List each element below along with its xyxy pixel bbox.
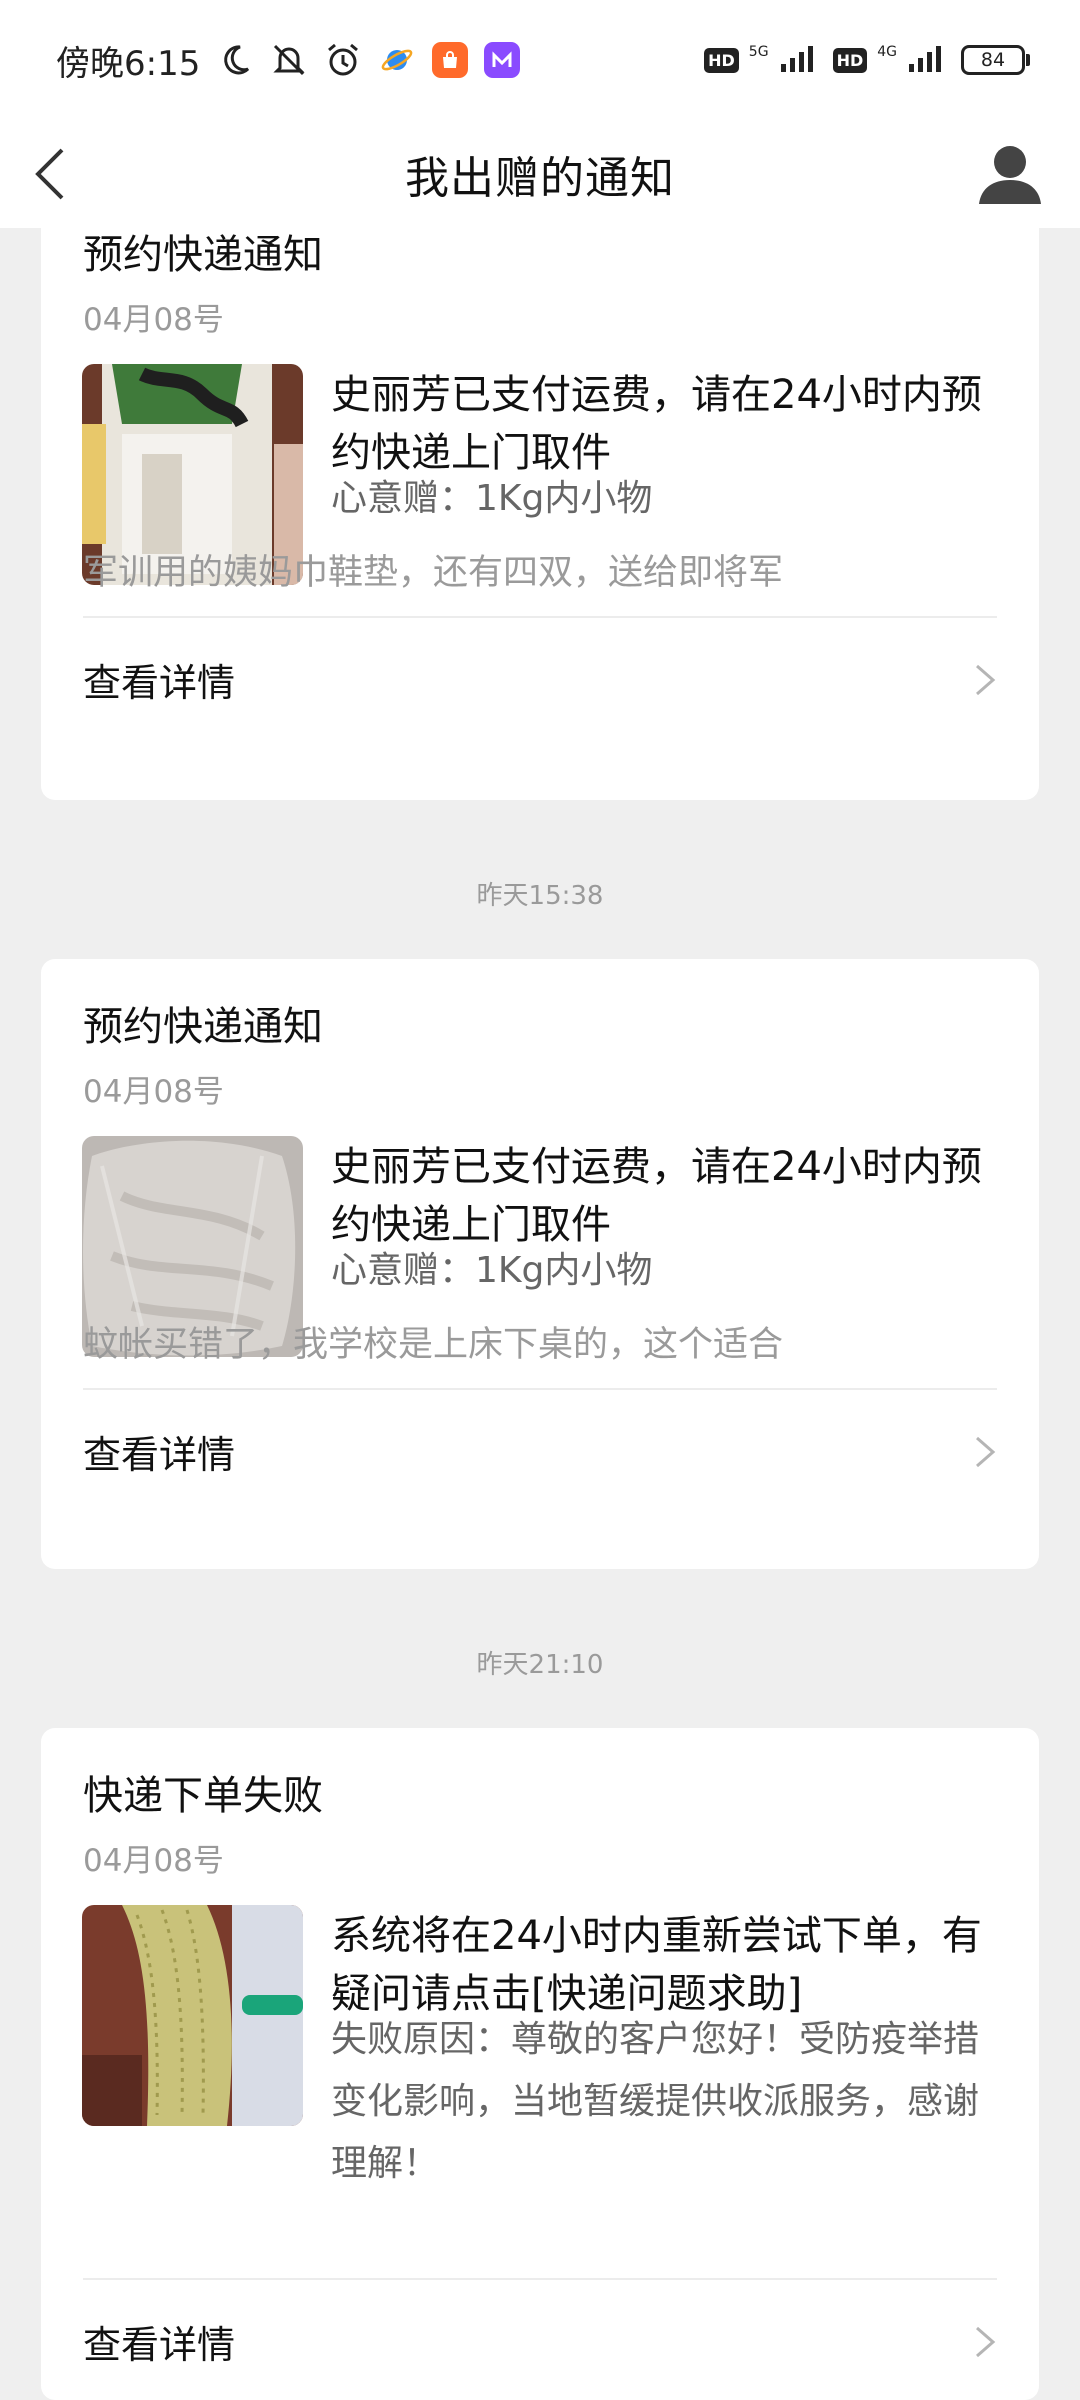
network-label-4g: 4G (877, 44, 897, 60)
nav-header: 我出赠的通知 (0, 120, 1080, 228)
battery-icon: 84 (961, 45, 1030, 75)
item-thumbnail[interactable] (82, 1905, 303, 2126)
notification-card: 快递下单失败 04月08号 系统将在24小时内重新尝试下单，有疑问请点击[快递问… (41, 1728, 1039, 2400)
status-left: 傍晚6:15 (56, 36, 521, 85)
card-title: 预约快递通知 (83, 1004, 323, 1050)
notification-card: 预约快递通知 04月08号 史丽芳已支付运费，请在24小时内预约快递上门取件 心… (41, 228, 1039, 800)
status-right: HD 5G HD 4G 84 (704, 42, 1030, 78)
notification-list[interactable]: 预约快递通知 04月08号 史丽芳已支付运费，请在24小时内预约快递上门取件 心… (0, 228, 1080, 2400)
card-date: 04月08号 (83, 1074, 224, 1110)
back-button[interactable] (18, 142, 82, 206)
battery-tip (1026, 54, 1030, 66)
signal-icon-2 (907, 42, 951, 78)
status-time: 傍晚6:15 (56, 43, 201, 84)
notification-card: 预约快递通知 04月08号 史丽芳已支付运费，请在24小时内预约快递上门取件 心… (41, 959, 1039, 1569)
battery-level: 84 (961, 45, 1025, 75)
status-bar: 傍晚6:15 HD 5G HD 4G 84 (0, 0, 1080, 120)
card-title: 快递下单失败 (83, 1773, 323, 1819)
card-description: 蚊帐买错了，我学校是上床下桌的，这个适合 (83, 1325, 784, 1365)
card-failure-reason: 失败原因：尊敬的客户您好！受防疫举措变化影响，当地暂缓提供收派服务，感谢理解！ (331, 2019, 980, 2184)
hd-badge: HD (704, 47, 739, 73)
back-arrow-icon (35, 148, 64, 200)
card-gift-type: 心意赠：1Kg内小物 (331, 478, 653, 519)
profile-button[interactable] (968, 132, 1052, 216)
time-separator: 昨天15:38 (476, 881, 604, 911)
view-details-label: 查看详情 (83, 2322, 236, 2367)
browser-app-icon (378, 41, 416, 79)
mute-bell-icon (270, 41, 308, 79)
card-description: 军训用的姨妈巾鞋垫，还有四双，送给即将军 (83, 553, 784, 593)
moon-icon (216, 41, 254, 79)
view-details-label: 查看详情 (83, 1432, 236, 1477)
card-date: 04月08号 (83, 302, 224, 338)
user-icon (979, 146, 1041, 204)
chevron-right-icon (976, 2326, 996, 2358)
card-title: 预约快递通知 (83, 232, 323, 278)
view-details-link[interactable]: 查看详情 (41, 618, 1039, 740)
card-gift-type: 心意赠：1Kg内小物 (331, 1250, 653, 1291)
card-main-text: 系统将在24小时内重新尝试下单，有疑问请点击[快递问题求助] (331, 1913, 982, 2017)
signal-icon (779, 42, 823, 78)
chevron-right-icon (976, 664, 996, 696)
time-separator: 昨天21:10 (476, 1650, 604, 1680)
card-date: 04月08号 (83, 1843, 224, 1879)
view-details-link[interactable]: 查看详情 (41, 2280, 1039, 2400)
view-details-label: 查看详情 (83, 660, 236, 705)
chevron-right-icon (976, 1436, 996, 1468)
m-app-icon (484, 42, 521, 78)
card-main-text: 史丽芳已支付运费，请在24小时内预约快递上门取件 (331, 372, 982, 476)
view-details-link[interactable]: 查看详情 (41, 1390, 1039, 1512)
alarm-icon (324, 41, 362, 79)
shop-app-icon (432, 42, 469, 78)
network-label-5g: 5G (748, 44, 769, 60)
card-main-text: 史丽芳已支付运费，请在24小时内预约快递上门取件 (331, 1144, 982, 1248)
page-title: 我出赠的通知 (405, 153, 675, 204)
hd-badge-2: HD (832, 47, 868, 73)
